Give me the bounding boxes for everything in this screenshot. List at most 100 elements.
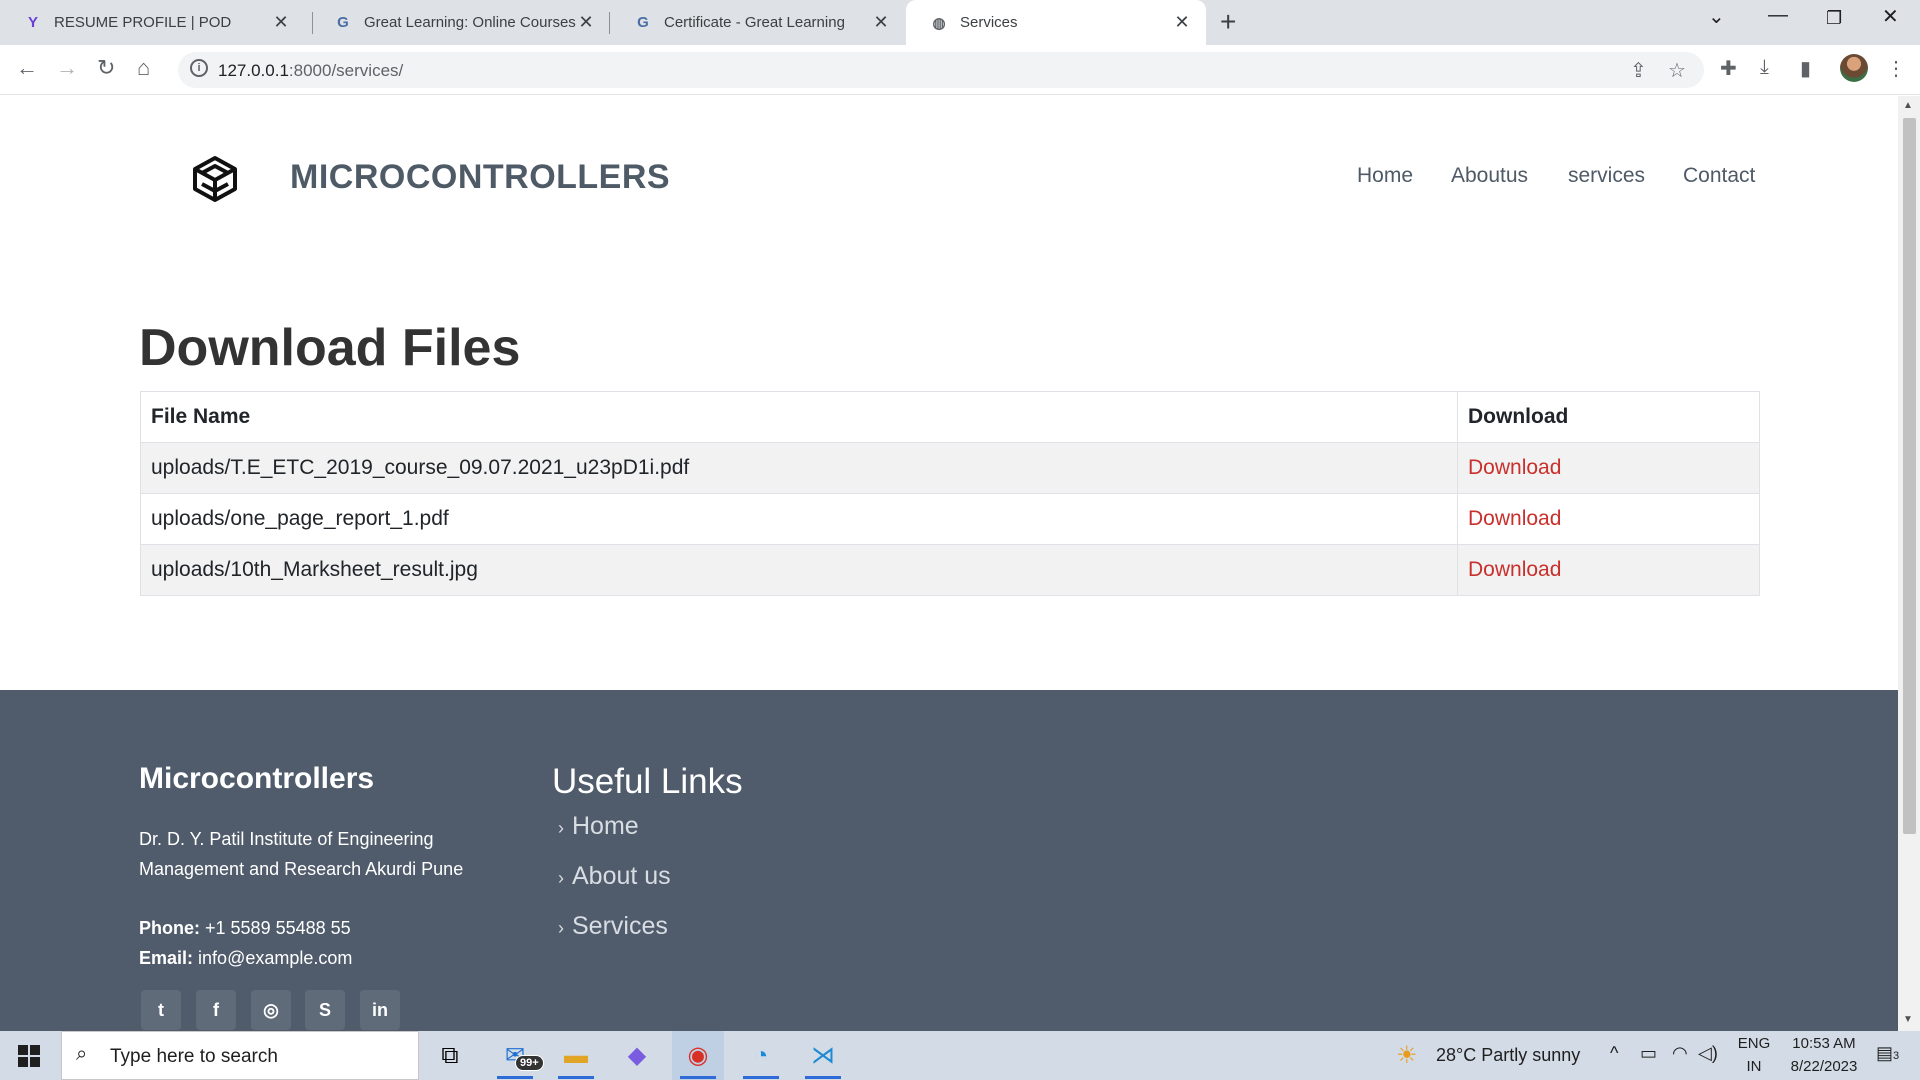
chevron-right-icon: › [558,918,564,938]
forward-arrow-icon[interactable]: → [56,55,78,81]
language-indicator[interactable]: ENG IN [1734,1035,1774,1075]
footer-link-services[interactable]: › Services [558,912,668,941]
url-text[interactable]: 127.0.0.1:8000/services/ [218,61,403,81]
tab-title: RESUME PROFILE | POD [54,14,232,31]
mail-app-icon[interactable]: ✉ 99+ [489,1031,544,1080]
page-title: Download Files [139,319,521,377]
table-row: uploads/10th_Marksheet_result.jpg Downlo… [140,544,1760,596]
chevron-right-icon: › [558,818,564,838]
edge-icon[interactable]: ◔ [735,1031,787,1080]
chrome-icon[interactable]: ◉ [672,1031,724,1080]
scroll-up-arrow-icon[interactable]: ▲ [1903,100,1913,111]
footer-phone: Phone: +1 5589 55488 55 [139,918,351,939]
footer-address: Dr. D. Y. Patil Institute of Engineering… [139,824,499,884]
linkedin-icon[interactable]: in [360,990,400,1030]
taskbar-search-input[interactable]: ⌕ Type here to search [61,1031,419,1080]
window-close-icon[interactable]: ✕ [1882,4,1899,29]
file-name-cell: uploads/one_page_report_1.pdf [140,493,1458,545]
show-hidden-icons-chevron-icon[interactable]: ^ [1610,1043,1618,1064]
profile-avatar[interactable] [1840,54,1868,82]
facebook-icon[interactable]: f [196,990,236,1030]
close-icon[interactable]: ✕ [576,12,596,33]
tab-title: Services [960,14,1018,31]
close-icon[interactable]: ✕ [1172,12,1192,33]
skype-icon[interactable]: S [305,990,345,1030]
site-brand[interactable]: MICROCONTROLLERS [290,158,670,197]
minimize-icon[interactable]: — [1768,4,1788,27]
google-g-icon: G [337,14,349,31]
task-view-icon[interactable]: ⧉ [424,1031,476,1080]
volume-icon[interactable]: ◁) [1698,1043,1718,1064]
site-info-icon[interactable]: i [190,59,208,77]
share-icon[interactable]: ⇪ [1630,58,1647,83]
extensions-puzzle-icon[interactable]: ✚ [1720,56,1737,81]
weather-text[interactable]: 28°C Partly sunny [1436,1045,1580,1066]
wifi-icon[interactable]: ◠ [1672,1043,1688,1064]
tab-search-chevron-icon[interactable]: ⌄ [1708,4,1725,29]
region-code: IN [1746,1058,1762,1075]
tab-great-learning[interactable]: G Great Learning: Online Courses, P ✕ [310,0,610,45]
clock-time: 10:53 AM [1792,1035,1856,1052]
close-icon[interactable]: ✕ [271,12,291,33]
nav-contact[interactable]: Contact [1683,164,1755,188]
address-bar[interactable]: i 127.0.0.1:8000/services/ ⇪ ☆ [178,52,1704,88]
battery-icon[interactable]: ▭ [1640,1043,1657,1064]
tab-services[interactable]: ◍ Services ✕ [906,0,1206,45]
back-arrow-icon[interactable]: ← [16,55,38,81]
column-header-file-name: File Name [140,391,1458,443]
search-placeholder: Type here to search [110,1046,278,1067]
scrollbar-thumb[interactable] [1903,118,1916,834]
more-menu-icon[interactable]: ⋮ [1886,56,1906,81]
microcontrollers-logo-icon[interactable] [190,154,240,204]
new-tab-button[interactable]: + [1220,6,1236,38]
url-host: 127.0.0.1 [218,61,289,80]
home-icon[interactable]: ⌂ [137,55,150,81]
download-link[interactable]: Download [1468,456,1561,479]
twitter-icon[interactable]: t [141,990,181,1030]
email-value: info@example.com [198,948,353,968]
mail-unread-badge: 99+ [515,1055,544,1071]
url-path: :8000/services/ [288,61,404,80]
clock[interactable]: 10:53 AM 8/22/2023 [1774,1035,1874,1075]
globe-icon: ◍ [932,14,946,32]
tab-strip: Y RESUME PROFILE | POD ✕ G Great Learnin… [0,0,1920,45]
tab-title: Great Learning: Online Courses, P [364,14,576,31]
close-icon[interactable]: ✕ [871,12,891,33]
windows-start-icon[interactable] [18,1045,40,1067]
nav-services[interactable]: services [1568,164,1645,188]
browser-toolbar: ← → ↻ ⌂ i 127.0.0.1:8000/services/ ⇪ ☆ ✚… [0,45,1920,95]
footer-link-home[interactable]: › Home [558,812,639,841]
side-panel-icon[interactable]: ▮ [1800,56,1811,81]
footer-brand: Microcontrollers [139,762,375,795]
windows-taskbar: ⌕ Type here to search ⧉ ✉ 99+ ▬ ◆ ◉ ◔ ⋊ ☀… [0,1031,1920,1080]
table-row: uploads/T.E_ETC_2019_course_09.07.2021_u… [140,442,1760,494]
download-cell: Download [1457,493,1760,545]
download-link[interactable]: Download [1468,507,1561,530]
scroll-down-arrow-icon[interactable]: ▼ [1903,1014,1913,1025]
weather-sun-icon[interactable]: ☀ [1396,1041,1418,1070]
tab-resume-profile[interactable]: Y RESUME PROFILE | POD ✕ [0,0,305,45]
instagram-icon[interactable]: ◎ [251,990,291,1030]
files-table: File Name Download uploads/T.E_ETC_2019_… [140,391,1760,596]
footer-link-label: Services [572,912,668,940]
web-page: MICROCONTROLLERS Home Aboutus services C… [0,96,1898,1031]
pod-logo-icon: Y [27,14,38,31]
site-footer: Microcontrollers Dr. D. Y. Patil Institu… [0,690,1898,1031]
page-scrollbar[interactable]: ▲ ▼ [1898,96,1920,1031]
tab-certificate[interactable]: G Certificate - Great Learning ✕ [610,0,905,45]
footer-link-label: About us [572,862,671,890]
file-explorer-icon[interactable]: ▬ [550,1031,602,1080]
vscode-icon[interactable]: ⋊ [797,1031,849,1080]
nav-aboutus[interactable]: Aboutus [1451,164,1528,188]
reload-icon[interactable]: ↻ [97,55,115,81]
bookmark-star-icon[interactable]: ☆ [1668,58,1686,83]
restore-icon[interactable]: ❐ [1826,8,1842,29]
table-row: uploads/one_page_report_1.pdf Download [140,493,1760,545]
download-link[interactable]: Download [1468,558,1561,581]
nav-home[interactable]: Home [1357,164,1413,188]
notifications-icon[interactable]: ▤3 [1876,1043,1899,1064]
footer-link-about-us[interactable]: › About us [558,862,671,891]
copilot-icon[interactable]: ◆ [611,1031,663,1080]
download-icon[interactable]: ⤓ [1760,56,1769,79]
download-cell: Download [1457,442,1760,494]
